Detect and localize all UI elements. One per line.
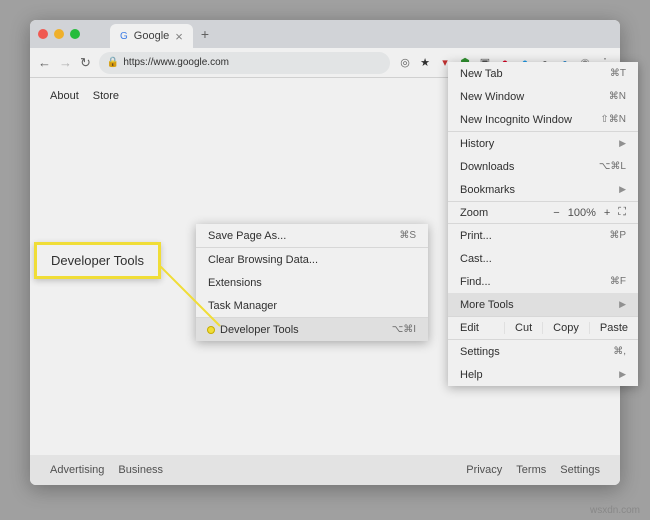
reload-button[interactable]: ↻ xyxy=(80,55,91,71)
submenu-task-manager[interactable]: Task Manager xyxy=(196,294,428,317)
fullscreen-icon[interactable]: ⛶ xyxy=(618,206,626,219)
callout-text: Developer Tools xyxy=(51,253,144,268)
menu-find[interactable]: Find...⌘F xyxy=(448,270,638,293)
chrome-menu: New Tab⌘T New Window⌘N New Incognito Win… xyxy=(448,62,638,386)
browser-tab[interactable]: G Google × xyxy=(110,24,193,48)
submenu-extensions[interactable]: Extensions xyxy=(196,271,428,294)
watermark: wsxdn.com xyxy=(590,505,640,516)
footer-advertising[interactable]: Advertising xyxy=(50,464,104,476)
back-button[interactable]: ← xyxy=(38,55,51,70)
ext-icon-star[interactable]: ★ xyxy=(418,56,432,70)
annotation-callout: Developer Tools xyxy=(34,242,161,279)
forward-button[interactable]: → xyxy=(59,55,72,70)
zoom-out-button[interactable]: − xyxy=(553,207,559,219)
google-footer: Advertising Business Privacy Terms Setti… xyxy=(30,455,620,485)
window-controls xyxy=(38,29,80,39)
store-link[interactable]: Store xyxy=(93,90,119,102)
submenu-clear-browsing[interactable]: Clear Browsing Data... xyxy=(196,248,428,271)
tab-favicon: G xyxy=(120,31,128,42)
edit-paste[interactable]: Paste xyxy=(589,322,638,334)
highlight-dot xyxy=(208,327,214,333)
footer-business[interactable]: Business xyxy=(118,464,163,476)
titlebar: G Google × + xyxy=(30,20,620,48)
close-window-button[interactable] xyxy=(38,29,48,39)
menu-new-window[interactable]: New Window⌘N xyxy=(448,85,638,108)
more-tools-submenu: Save Page As...⌘S Clear Browsing Data...… xyxy=(196,224,428,341)
menu-bookmarks[interactable]: Bookmarks▶ xyxy=(448,178,638,201)
google-top-nav: About Store xyxy=(50,90,119,102)
new-tab-button[interactable]: + xyxy=(201,26,209,42)
chevron-right-icon: ▶ xyxy=(619,369,626,380)
tab-close-icon[interactable]: × xyxy=(175,29,183,44)
menu-help[interactable]: Help▶ xyxy=(448,363,638,386)
zoom-value: 100% xyxy=(568,207,596,219)
menu-more-tools[interactable]: More Tools▶ xyxy=(448,293,638,316)
minimize-window-button[interactable] xyxy=(54,29,64,39)
edit-cut[interactable]: Cut xyxy=(504,322,542,334)
url-text: https://www.google.com xyxy=(123,57,229,68)
menu-new-tab[interactable]: New Tab⌘T xyxy=(448,62,638,85)
tab-title: Google xyxy=(134,30,169,42)
menu-history[interactable]: History▶ xyxy=(448,132,638,155)
footer-settings[interactable]: Settings xyxy=(560,464,600,476)
about-link[interactable]: About xyxy=(50,90,79,102)
maximize-window-button[interactable] xyxy=(70,29,80,39)
chevron-right-icon: ▶ xyxy=(619,138,626,149)
menu-zoom: Zoom − 100% + ⛶ xyxy=(448,202,638,223)
zoom-in-button[interactable]: + xyxy=(604,207,610,219)
menu-edit-row: Edit Cut Copy Paste xyxy=(448,317,638,339)
footer-terms[interactable]: Terms xyxy=(516,464,546,476)
menu-downloads[interactable]: Downloads⌥⌘L xyxy=(448,155,638,178)
menu-new-incognito[interactable]: New Incognito Window⇧⌘N xyxy=(448,108,638,131)
lock-icon: 🔒 xyxy=(107,57,119,68)
chevron-right-icon: ▶ xyxy=(619,299,626,310)
ext-icon-1[interactable]: ◎ xyxy=(398,56,412,70)
menu-print[interactable]: Print...⌘P xyxy=(448,224,638,247)
chevron-right-icon: ▶ xyxy=(619,184,626,195)
submenu-save-page[interactable]: Save Page As...⌘S xyxy=(196,224,428,247)
address-bar[interactable]: 🔒 https://www.google.com xyxy=(99,52,390,74)
menu-settings[interactable]: Settings⌘, xyxy=(448,340,638,363)
footer-privacy[interactable]: Privacy xyxy=(466,464,502,476)
edit-copy[interactable]: Copy xyxy=(542,322,589,334)
menu-cast[interactable]: Cast... xyxy=(448,247,638,270)
submenu-developer-tools[interactable]: Developer Tools⌥⌘I xyxy=(196,318,428,341)
